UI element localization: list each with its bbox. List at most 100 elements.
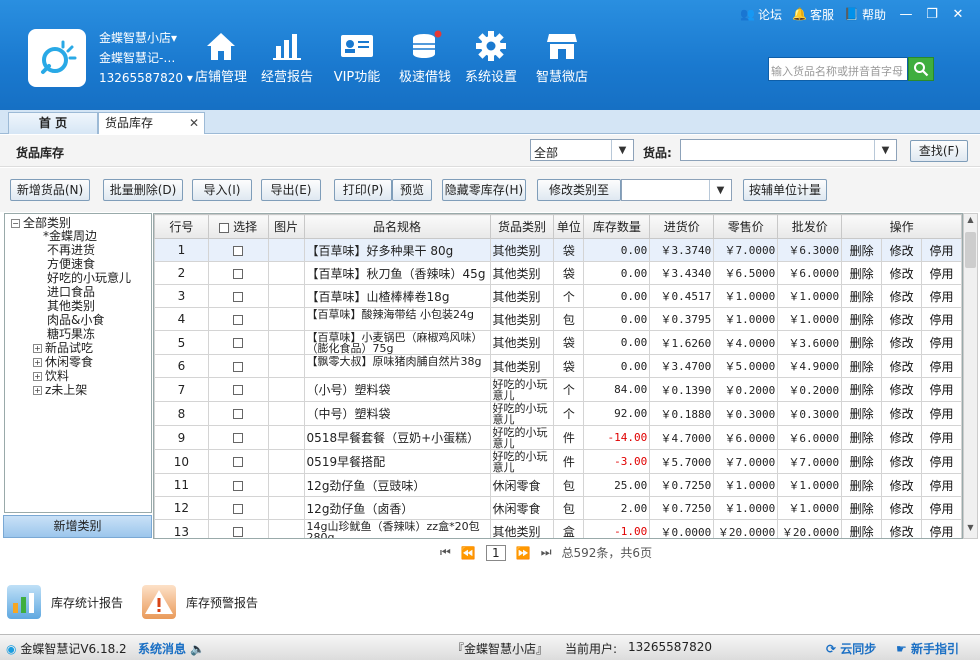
row-checkbox[interactable]	[233, 480, 244, 491]
vertical-scrollbar[interactable]: ▲ ▼	[963, 213, 978, 539]
row-checkbox[interactable]	[233, 338, 244, 348]
table-row[interactable]: 2 【百草味】秋刀鱼（香辣味）45g 其他类别袋 0.00 ￥3.4340 ￥6.5000…	[154, 261, 962, 285]
nav-fast-loan[interactable]: 极速借钱	[392, 30, 458, 85]
edit-button[interactable]: 修改	[881, 519, 923, 538]
delete-button[interactable]: 删除	[841, 473, 883, 497]
tree-item[interactable]: 不再进货	[47, 244, 95, 257]
export-button[interactable]: 导出(E)	[261, 179, 321, 201]
edit-button[interactable]: 修改	[881, 330, 923, 355]
disable-button[interactable]: 停用	[921, 377, 962, 402]
row-checkbox[interactable]	[233, 385, 244, 395]
disable-button[interactable]: 停用	[921, 238, 962, 262]
table-row[interactable]: 9 0518早餐套餐（豆奶+小蛋糕） 好吃的小玩意儿件 -14.00 ￥4.7000 ￥6…	[154, 425, 962, 450]
tree-item[interactable]: 方便速食	[47, 258, 95, 271]
row-checkbox[interactable]	[233, 291, 244, 302]
row-checkbox[interactable]	[233, 314, 244, 325]
row-checkbox[interactable]	[233, 361, 244, 372]
edit-button[interactable]: 修改	[881, 238, 923, 262]
col-stock[interactable]: 库存数量	[583, 214, 651, 239]
table-row[interactable]: 8 （中号）塑料袋 好吃的小玩意儿个 92.00 ￥0.1880 ￥0.3000 ￥0.30…	[154, 401, 962, 426]
last-page-icon[interactable]: ⏭	[541, 545, 552, 560]
edit-button[interactable]: 修改	[881, 354, 923, 378]
delete-button[interactable]: 删除	[841, 401, 883, 426]
import-button[interactable]: 导入(I)	[192, 179, 252, 201]
table-row[interactable]: 6 【飘零大叔】原味猪肉脯自然片38g 其他类别袋 0.00 ￥3.4700 ￥5.000…	[154, 354, 962, 378]
edit-button[interactable]: 修改	[881, 449, 923, 474]
add-goods-button[interactable]: 新增货品(N)	[10, 179, 90, 201]
tab-inventory[interactable]: 货品库存 ✕	[98, 112, 205, 134]
collapse-icon[interactable]: −	[11, 219, 20, 228]
find-button[interactable]: 查找(F)	[910, 140, 968, 162]
edit-button[interactable]: 修改	[881, 377, 923, 402]
preview-button[interactable]: 预览	[392, 179, 432, 201]
close-button[interactable]: ✕	[948, 5, 968, 23]
col-cost[interactable]: 进货价	[649, 214, 715, 239]
nav-system-settings[interactable]: 系统设置	[458, 30, 524, 85]
tab-home[interactable]: 首 页	[8, 112, 98, 134]
tree-item[interactable]: 肉品&小食	[47, 314, 104, 327]
disable-button[interactable]: 停用	[921, 449, 962, 474]
delete-button[interactable]: 删除	[841, 330, 883, 355]
col-retail[interactable]: 零售价	[713, 214, 779, 239]
scroll-up-icon[interactable]: ▲	[965, 215, 976, 229]
tree-item[interactable]: 进口食品	[47, 286, 95, 299]
expand-icon[interactable]: +	[33, 344, 42, 353]
disable-button[interactable]: 停用	[921, 284, 962, 308]
expand-icon[interactable]: +	[33, 372, 42, 381]
delete-button[interactable]: 删除	[841, 307, 883, 331]
stock-statistics-report[interactable]: 库存统计报告	[7, 585, 123, 619]
col-image[interactable]: 图片	[267, 214, 305, 239]
edit-button[interactable]: 修改	[881, 307, 923, 331]
tree-item[interactable]: *金蝶周边	[43, 230, 97, 243]
first-page-icon[interactable]: ⏮	[440, 545, 451, 560]
delete-button[interactable]: 删除	[841, 284, 883, 308]
close-tab-icon[interactable]: ✕	[189, 113, 199, 133]
edit-button[interactable]: 修改	[881, 284, 923, 308]
aux-unit-button[interactable]: 按辅单位计量	[743, 179, 827, 201]
row-checkbox[interactable]	[233, 268, 244, 279]
select-all-checkbox[interactable]	[219, 222, 230, 233]
table-row[interactable]: 10 0519早餐搭配 好吃的小玩意儿件 -3.00 ￥5.7000 ￥7.0000 ￥7.…	[154, 449, 962, 474]
disable-button[interactable]: 停用	[921, 401, 962, 426]
row-checkbox[interactable]	[233, 527, 244, 537]
tree-item[interactable]: + z未上架	[33, 384, 87, 397]
edit-button[interactable]: 修改	[881, 425, 923, 450]
edit-button[interactable]: 修改	[881, 496, 923, 520]
tree-item[interactable]: 好吃的小玩意儿	[47, 272, 131, 285]
system-messages-link[interactable]: 系统消息 🔈	[138, 640, 205, 657]
target-category-select[interactable]: ▼	[621, 179, 732, 201]
row-checkbox[interactable]	[233, 457, 244, 467]
col-unit[interactable]: 单位	[553, 214, 585, 239]
col-wholesale[interactable]: 批发价	[777, 214, 843, 239]
nav-store-manage[interactable]: 店铺管理	[188, 30, 254, 85]
category-select[interactable]: 全部 ▼	[530, 139, 634, 161]
disable-button[interactable]: 停用	[921, 496, 962, 520]
disable-button[interactable]: 停用	[921, 354, 962, 378]
expand-icon[interactable]: +	[33, 386, 42, 395]
tree-item[interactable]: + 新品试吃	[33, 342, 93, 355]
col-row-no[interactable]: 行号	[154, 214, 209, 239]
edit-button[interactable]: 修改	[881, 473, 923, 497]
tree-item[interactable]: 糖巧果冻	[47, 328, 95, 341]
disable-button[interactable]: 停用	[921, 330, 962, 355]
table-row[interactable]: 11 12g劲仔鱼（豆豉味） 休闲零食包 25.00 ￥0.7250 ￥1.0000 ￥1.…	[154, 473, 962, 497]
goods-filter-input[interactable]: ▼	[680, 139, 897, 161]
add-category-button[interactable]: 新增类别	[3, 515, 152, 538]
service-link[interactable]: 🔔 客服	[792, 6, 834, 23]
table-row[interactable]: 7 （小号）塑料袋 好吃的小玩意儿个 84.00 ￥0.1390 ￥0.2000 ￥0.20…	[154, 377, 962, 402]
delete-button[interactable]: 删除	[841, 238, 883, 262]
col-category[interactable]: 货品类别	[489, 214, 555, 239]
scroll-thumb[interactable]	[965, 232, 976, 268]
nav-vip[interactable]: VIP功能	[324, 30, 390, 85]
restore-button[interactable]: ❐	[922, 5, 942, 23]
delete-button[interactable]: 删除	[841, 449, 883, 474]
row-checkbox[interactable]	[233, 409, 244, 419]
table-row[interactable]: 12 12g劲仔鱼（卤香） 休闲零食包 2.00 ￥0.7250 ￥1.0000 ￥1.00…	[154, 496, 962, 520]
print-button[interactable]: 打印(P)	[334, 179, 392, 201]
table-row[interactable]: 5 【百草味】小麦锅巴（麻椒鸡风味）（膨化食品）75g 其他类别袋 0.00 ￥1.62…	[154, 330, 962, 355]
table-row[interactable]: 3 【百草味】山楂棒棒卷18g 其他类别个 0.00 ￥0.4517 ￥1.0000 ￥1.…	[154, 284, 962, 308]
prev-page-icon[interactable]: ⏪	[461, 546, 476, 560]
tree-item[interactable]: 其他类别	[47, 300, 95, 313]
disable-button[interactable]: 停用	[921, 307, 962, 331]
expand-icon[interactable]: +	[33, 358, 42, 367]
